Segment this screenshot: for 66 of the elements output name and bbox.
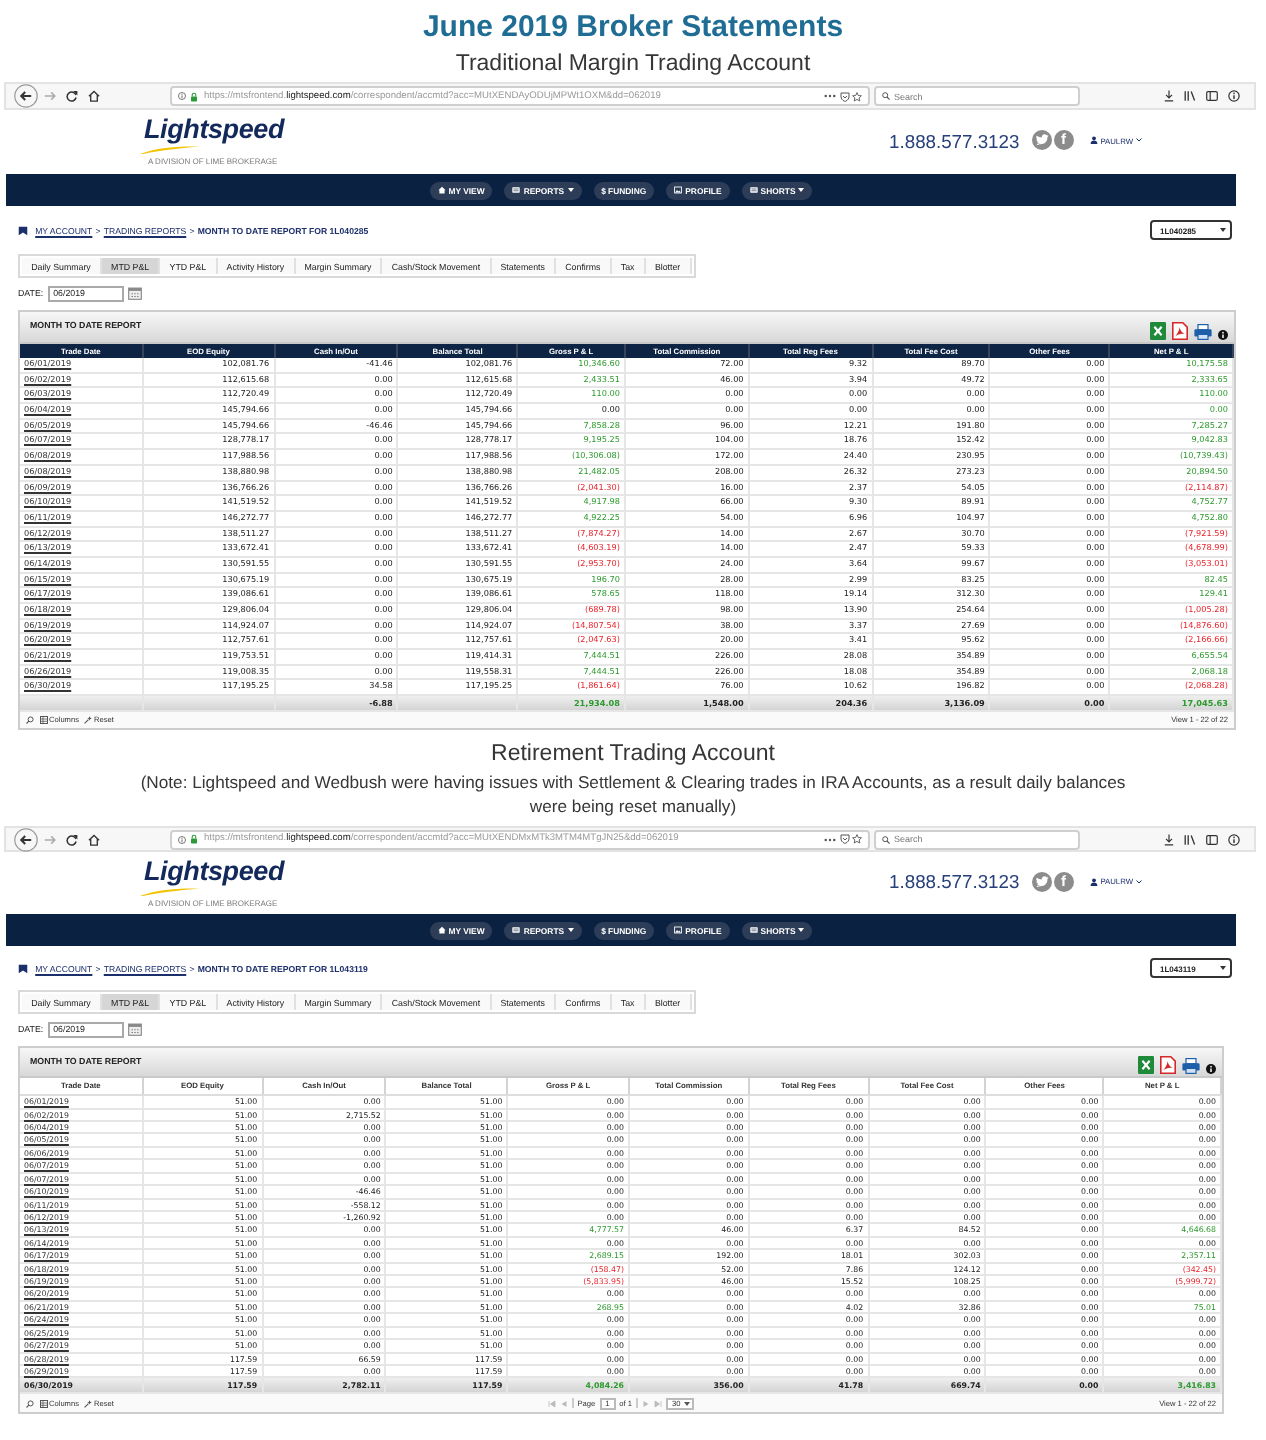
library-icon[interactable]: [1184, 833, 1196, 846]
download-icon[interactable]: [1164, 833, 1174, 846]
search-icon: [882, 835, 890, 844]
bookmark-icon: [18, 225, 28, 235]
lock-icon: [189, 834, 197, 845]
star-icon[interactable]: [852, 91, 862, 101]
image-icon: [674, 186, 683, 194]
wand-icon: [83, 716, 92, 725]
list-icon: [749, 926, 758, 935]
info-icon[interactable]: [1206, 1064, 1216, 1075]
sidebar-icon[interactable]: [1206, 90, 1218, 102]
info-icon[interactable]: [1218, 330, 1228, 340]
printer-icon[interactable]: [1182, 1058, 1200, 1075]
download-icon[interactable]: [1164, 90, 1174, 102]
document-icon[interactable]: [1172, 322, 1188, 340]
logo-text: Lightspeed: [144, 114, 285, 146]
image-icon: [674, 926, 683, 935]
section-heading: Traditional Margin Trading Account: [453, 50, 813, 78]
home-icon: [437, 186, 446, 194]
printer-icon[interactable]: [1194, 324, 1212, 340]
spreadsheet-icon[interactable]: [1138, 1056, 1154, 1075]
logo-text: Lightspeed: [144, 855, 285, 888]
swoosh-icon: [140, 146, 200, 154]
home-icon: [437, 926, 446, 935]
bookmark-icon: [18, 963, 28, 974]
grid-icon: [39, 1399, 47, 1408]
library-icon[interactable]: [1184, 90, 1196, 102]
back-icon[interactable]: [14, 84, 38, 108]
home-icon[interactable]: [88, 833, 100, 846]
home-icon[interactable]: [88, 90, 100, 102]
bird-icon[interactable]: [1031, 871, 1052, 892]
more-icon[interactable]: [824, 837, 836, 842]
reload-icon[interactable]: [66, 833, 78, 846]
info-icon[interactable]: [1228, 833, 1240, 846]
section-heading: Retirement Trading Account: [489, 740, 777, 769]
caret-icon: [1220, 228, 1226, 232]
user-icon: [1089, 136, 1098, 144]
note-text: (Note: Lightspeed and Wedbush were having issues with Settlement & Clearing trades in IRA Accounts, as a result daily balances were being reset manually): [138, 772, 1128, 819]
search-icon: [882, 92, 890, 100]
shield-icon[interactable]: [839, 91, 849, 101]
caret-icon: [684, 1401, 691, 1406]
search-icon[interactable]: [26, 1399, 34, 1408]
phone-number: 1.888.577.3123: [889, 870, 1020, 893]
user-icon: [1089, 877, 1098, 886]
grid-icon: [39, 716, 47, 725]
bird-icon[interactable]: [1031, 130, 1052, 150]
page-title: June 2019 Broker Statements: [420, 10, 846, 46]
list-icon: [749, 186, 758, 194]
star-icon[interactable]: [852, 834, 862, 845]
calendar-icon[interactable]: [127, 286, 142, 300]
search-icon[interactable]: [26, 716, 34, 725]
wand-icon: [83, 1399, 92, 1408]
swoosh-icon: [140, 887, 200, 896]
phone-number: 1.888.577.3123: [889, 129, 1020, 151]
sidebar-icon[interactable]: [1206, 833, 1218, 846]
info-icon[interactable]: [1228, 90, 1240, 102]
reload-icon[interactable]: [66, 90, 78, 102]
document-icon[interactable]: [1160, 1056, 1176, 1075]
caret-icon: [1220, 966, 1226, 971]
lock-icon: [189, 91, 197, 101]
list-icon: [512, 926, 521, 935]
spreadsheet-icon[interactable]: [1150, 322, 1166, 340]
shield-icon[interactable]: [839, 834, 849, 845]
list-icon: [512, 186, 521, 194]
back-icon[interactable]: [14, 827, 38, 852]
calendar-icon[interactable]: [127, 1022, 142, 1037]
